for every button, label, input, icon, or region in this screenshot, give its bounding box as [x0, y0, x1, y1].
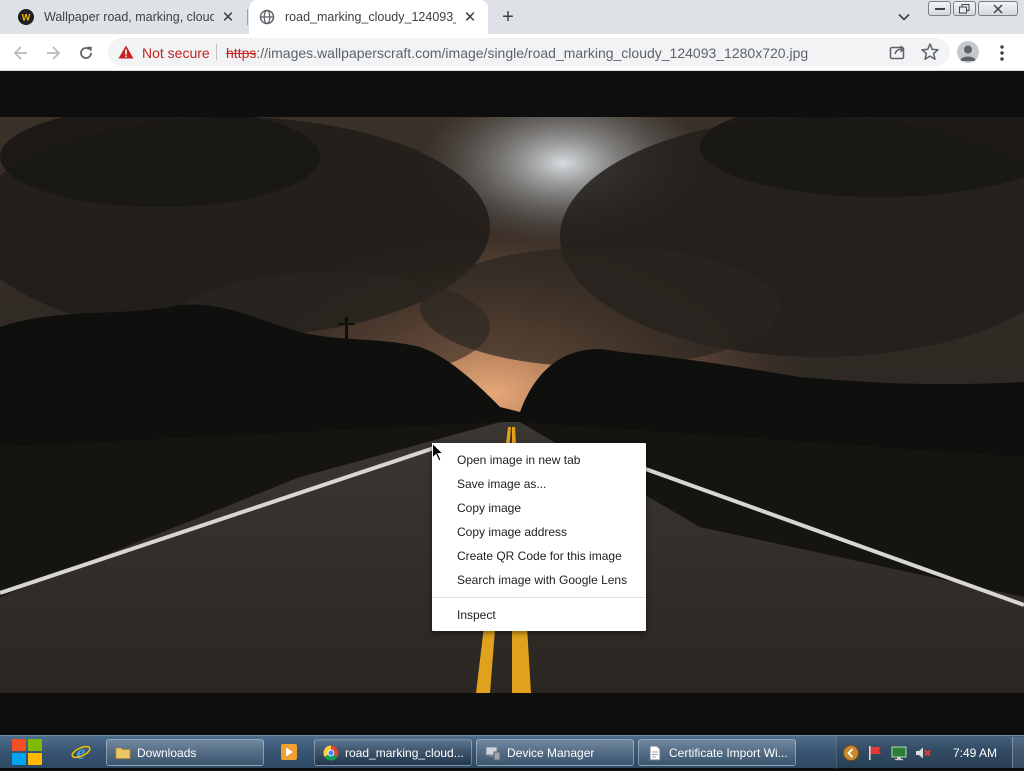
svg-text:W: W: [22, 13, 31, 23]
system-tray: 7:49 AM: [836, 736, 1024, 769]
menu-item-save-image-as[interactable]: Save image as...: [432, 472, 646, 496]
menu-item-search-google-lens[interactable]: Search image with Google Lens: [432, 568, 646, 592]
warning-triangle-icon: [118, 45, 134, 59]
tab-strip: W Wallpaper road, marking, cloudy ✕ road…: [0, 0, 1024, 34]
tab-close-icon[interactable]: ✕: [462, 9, 478, 26]
internet-explorer-icon[interactable]: e: [70, 741, 92, 763]
svg-text:e: e: [77, 742, 86, 762]
new-tab-button[interactable]: +: [497, 6, 519, 28]
action-center-flag-icon[interactable]: [867, 745, 883, 761]
show-desktop-button[interactable]: [1012, 737, 1024, 768]
mouse-pointer-icon: [432, 443, 444, 462]
forward-arrow-icon[interactable]: [42, 42, 64, 64]
wallpaperscraft-logo-icon: W: [18, 9, 34, 25]
reload-icon[interactable]: [75, 42, 97, 64]
menu-item-open-image-new-tab[interactable]: Open image in new tab: [432, 448, 646, 472]
folder-icon: [115, 745, 131, 761]
back-arrow-icon[interactable]: [10, 42, 32, 64]
image-context-menu: Open image in new tab Save image as... C…: [432, 443, 646, 631]
menu-item-create-qr-code[interactable]: Create QR Code for this image: [432, 544, 646, 568]
taskbar-item-label: Downloads: [137, 745, 197, 760]
taskbar-item-label: Device Manager: [507, 745, 595, 760]
omnibox-divider: [216, 44, 217, 60]
menu-divider: [432, 597, 646, 598]
tab-search-chevron-down-icon[interactable]: [894, 8, 914, 26]
taskbar-item-label: road_marking_cloud...: [345, 745, 464, 760]
media-player-icon[interactable]: [278, 741, 300, 763]
document-icon: [647, 745, 663, 761]
taskbar-item-certificate-import[interactable]: Certificate Import Wi...: [638, 739, 796, 766]
menu-item-inspect[interactable]: Inspect: [432, 603, 646, 627]
taskbar-item-downloads[interactable]: Downloads: [106, 739, 264, 766]
menu-item-copy-image[interactable]: Copy image: [432, 496, 646, 520]
tab-title: road_marking_cloudy_124093_12: [285, 10, 456, 24]
restore-button[interactable]: [953, 1, 976, 16]
tab-title: Wallpaper road, marking, cloudy: [44, 10, 214, 24]
url-path: ://images.wallpaperscraft.com/image/sing…: [256, 45, 809, 61]
volume-muted-icon[interactable]: [915, 745, 931, 761]
bookmark-star-icon[interactable]: [920, 42, 940, 62]
network-monitor-icon[interactable]: [891, 745, 907, 761]
globe-icon: [259, 9, 275, 25]
profile-avatar-icon[interactable]: [957, 41, 979, 63]
tab-close-icon[interactable]: ✕: [220, 9, 236, 26]
windows-taskbar: e Downloads road_marking_cloud... Device…: [0, 735, 1024, 769]
not-secure-label[interactable]: Not secure: [142, 45, 210, 61]
device-manager-icon: [485, 745, 501, 761]
url-text[interactable]: https://images.wallpaperscraft.com/image…: [226, 45, 808, 61]
tab-wallpaper-page[interactable]: W Wallpaper road, marking, cloudy ✕: [8, 0, 246, 34]
url-scheme: https: [226, 45, 257, 61]
minimize-button[interactable]: [928, 1, 951, 16]
close-window-button[interactable]: [978, 1, 1018, 16]
browser-toolbar: Not secure https://images.wallpaperscraf…: [0, 34, 1024, 71]
tab-road-marking-image[interactable]: road_marking_cloudy_124093_12 ✕: [249, 0, 488, 34]
share-icon[interactable]: [889, 44, 907, 60]
taskbar-item-device-manager[interactable]: Device Manager: [476, 739, 634, 766]
taskbar-item-chrome-road-marking[interactable]: road_marking_cloud...: [314, 739, 472, 766]
chrome-icon: [323, 745, 339, 761]
back-arrow-circle-icon[interactable]: [843, 745, 859, 761]
image-viewer-area: [0, 71, 1024, 735]
more-options-kebab-icon[interactable]: [994, 42, 1010, 64]
tab-separator: [247, 9, 248, 25]
menu-item-copy-image-address[interactable]: Copy image address: [432, 520, 646, 544]
address-bar[interactable]: Not secure https://images.wallpaperscraf…: [108, 38, 950, 66]
windows-logo-icon: [12, 739, 42, 765]
taskbar-item-label: Certificate Import Wi...: [669, 745, 788, 760]
clock[interactable]: 7:49 AM: [953, 746, 997, 760]
start-button[interactable]: [10, 736, 44, 768]
